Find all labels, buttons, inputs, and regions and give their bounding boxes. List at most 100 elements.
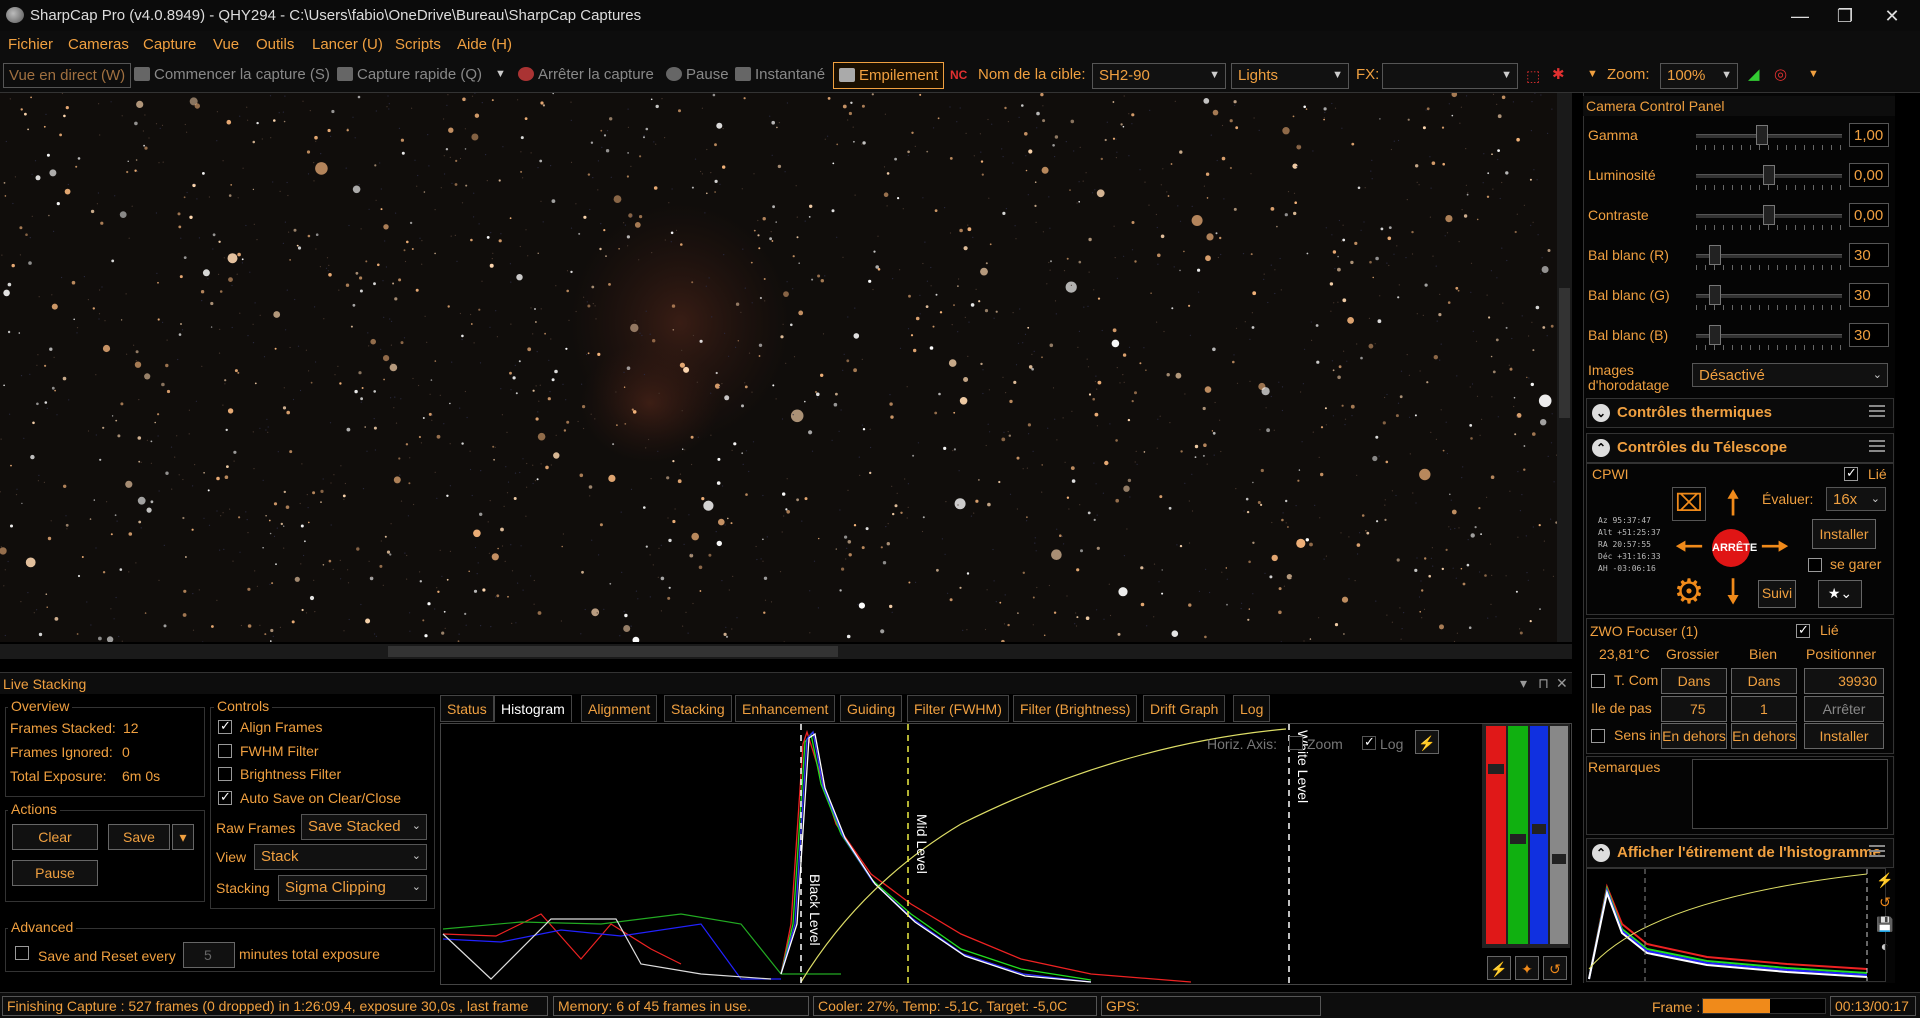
slider-knob[interactable] (1709, 325, 1722, 345)
track-button[interactable]: Suivi (1758, 580, 1796, 608)
quick-capture-dropdown-icon[interactable]: ▼ (495, 68, 506, 80)
north-arrow-button[interactable]: 🠕 (1714, 484, 1752, 522)
menu-icon[interactable] (1869, 405, 1885, 417)
vertical-scrollbar[interactable] (1557, 93, 1572, 642)
frame-type-combo[interactable]: Lights ▼ (1231, 63, 1349, 89)
slider-knob[interactable] (1763, 165, 1775, 185)
view-combo[interactable]: Stack ⌄ (254, 844, 427, 870)
telescope-section-header[interactable]: ⌃ Contrôles du Télescope (1586, 433, 1894, 463)
blue-channel-slider[interactable] (1530, 726, 1548, 944)
auto-stretch-button[interactable]: ⚡ (1415, 730, 1439, 754)
reset-stretch-icon[interactable]: ↺ (1876, 894, 1894, 916)
target-name-combo[interactable]: SH2-90 ▼ (1092, 63, 1226, 89)
remarks-textarea[interactable] (1692, 759, 1888, 829)
goto-icon[interactable]: ⌧ (1672, 487, 1706, 521)
tab-drift-graph[interactable]: Drift Graph (1143, 695, 1226, 722)
control-slider[interactable] (1696, 285, 1842, 310)
control-value-field[interactable]: 1,00 (1849, 123, 1889, 147)
mount-install-button[interactable]: Installer (1812, 519, 1876, 549)
pin-icon[interactable]: ⊓ (1538, 675, 1549, 692)
focuser-linked-checkbox[interactable] (1796, 622, 1810, 638)
fwhm-filter-checkbox[interactable] (218, 744, 232, 758)
fine-out-button[interactable]: En dehors (1731, 723, 1797, 749)
control-value-field[interactable]: 30 (1849, 243, 1889, 267)
tab-enhancement[interactable]: Enhancement (735, 695, 836, 722)
align-frames-checkbox[interactable] (218, 718, 232, 734)
fx-combo[interactable]: ▼ (1382, 63, 1518, 89)
menu-scripts[interactable]: Scripts (395, 36, 441, 53)
fine-in-button[interactable]: Dans (1731, 668, 1797, 694)
fine-step-field[interactable]: 1 (1731, 696, 1797, 722)
coarse-in-button[interactable]: Dans (1661, 668, 1727, 694)
zoom-checkbox[interactable] (1289, 736, 1303, 750)
pause-stack-button[interactable]: Pause (12, 860, 98, 886)
auto-level-button[interactable]: ⚡ (1487, 956, 1511, 980)
star-boost-button[interactable]: ✦ (1515, 956, 1539, 980)
tab-filter-brightness[interactable]: Filter (Brightness) (1013, 695, 1138, 722)
panel-menu-icon[interactable]: ▾ (1520, 675, 1527, 692)
snapshot-button[interactable]: Instantané (735, 66, 825, 83)
stacking-button[interactable]: Empilement (833, 62, 945, 89)
brightness-filter-checkbox[interactable] (218, 767, 232, 781)
reset-levels-button[interactable]: ↺ (1543, 956, 1567, 980)
focus-assist-icon[interactable]: ◎ (1774, 65, 1787, 83)
chevron-up-icon[interactable]: ⌃ (1592, 439, 1610, 457)
control-value-field[interactable]: 0,00 (1849, 203, 1889, 227)
image-viewer[interactable] (0, 93, 1572, 642)
red-channel-slider[interactable] (1486, 726, 1506, 944)
menu-aide[interactable]: Aide (H) (457, 36, 512, 53)
timestamp-combo[interactable]: Désactivé ⌄ (1692, 363, 1888, 387)
crosshair-icon[interactable]: ✱ (1552, 65, 1565, 83)
reticle-icon[interactable]: ⬚ (1526, 67, 1540, 85)
tab-guiding[interactable]: Guiding (840, 695, 903, 722)
auto-stretch-icon[interactable]: ⚡ (1876, 872, 1894, 894)
menu-fichier[interactable]: Fichier (8, 36, 53, 53)
luminance-slider[interactable] (1550, 726, 1568, 944)
chevron-up-icon[interactable]: ⌃ (1592, 844, 1610, 862)
focuser-stop-button[interactable]: Arrêter (1804, 696, 1884, 722)
tab-stacking[interactable]: Stacking (664, 695, 732, 722)
menu-outils[interactable]: Outils (256, 36, 294, 53)
control-value-field[interactable]: 30 (1849, 283, 1889, 307)
raw-frames-combo[interactable]: Save Stacked ⌄ (301, 814, 427, 840)
tools-dropdown-icon[interactable]: ▼ (1808, 68, 1819, 80)
tab-filter-fwhm[interactable]: Filter (FWHM) (907, 695, 1009, 722)
overlay-dropdown-icon[interactable]: ▼ (1587, 68, 1598, 80)
contrast-icon[interactable]: ◐ (1876, 938, 1894, 960)
control-slider[interactable] (1696, 165, 1842, 190)
horizontal-scroll-thumb[interactable] (388, 646, 838, 657)
live-view-button[interactable]: Vue en direct (W) (3, 63, 132, 88)
east-arrow-button[interactable]: 🠖 (1756, 528, 1794, 566)
focuser-position-field[interactable]: 39930 (1804, 668, 1884, 694)
control-value-field[interactable]: 30 (1849, 323, 1889, 347)
auto-save-checkbox[interactable] (218, 789, 232, 805)
histogram-panel[interactable]: Black Level Mid Level White Level Horiz.… (440, 723, 1572, 985)
park-checkbox[interactable] (1808, 558, 1822, 572)
slider-knob[interactable] (1763, 205, 1775, 225)
pause-button[interactable]: Pause (666, 66, 729, 83)
tab-log[interactable]: Log (1233, 695, 1271, 722)
direction-checkbox[interactable] (1591, 729, 1605, 743)
menu-cameras[interactable]: Cameras (68, 36, 129, 53)
menu-capture[interactable]: Capture (143, 36, 196, 53)
save-button[interactable]: Save (108, 824, 170, 850)
control-slider[interactable] (1696, 205, 1842, 230)
minimize-button[interactable]: — (1780, 4, 1820, 28)
thermal-section-header[interactable]: ⌄ Contrôles thermiques (1586, 398, 1894, 428)
temp-comp-checkbox[interactable] (1591, 674, 1605, 688)
horizontal-scrollbar[interactable] (0, 644, 1572, 659)
stacking-combo[interactable]: Sigma Clipping ⌄ (278, 875, 427, 901)
level-sliders[interactable] (1482, 724, 1570, 948)
focuser-install-button[interactable]: Installer (1804, 723, 1884, 749)
save-reset-checkbox[interactable] (15, 946, 29, 960)
save-dropdown-button[interactable]: ▾ (172, 824, 194, 850)
minutes-stepper[interactable]: 5 (183, 942, 235, 968)
star-align-button[interactable]: ★⌄ (1818, 580, 1862, 608)
tab-histogram[interactable]: Histogram (494, 695, 572, 722)
tab-status[interactable]: Status (440, 695, 494, 722)
tab-alignment[interactable]: Alignment (581, 695, 658, 722)
menu-icon[interactable] (1869, 845, 1885, 857)
control-slider[interactable] (1696, 325, 1842, 350)
start-capture-button[interactable]: Commencer la capture (S) (134, 66, 330, 83)
histogram-stretch-header[interactable]: ⌃ Afficher l'étirement de l'histogramme (1586, 838, 1894, 868)
